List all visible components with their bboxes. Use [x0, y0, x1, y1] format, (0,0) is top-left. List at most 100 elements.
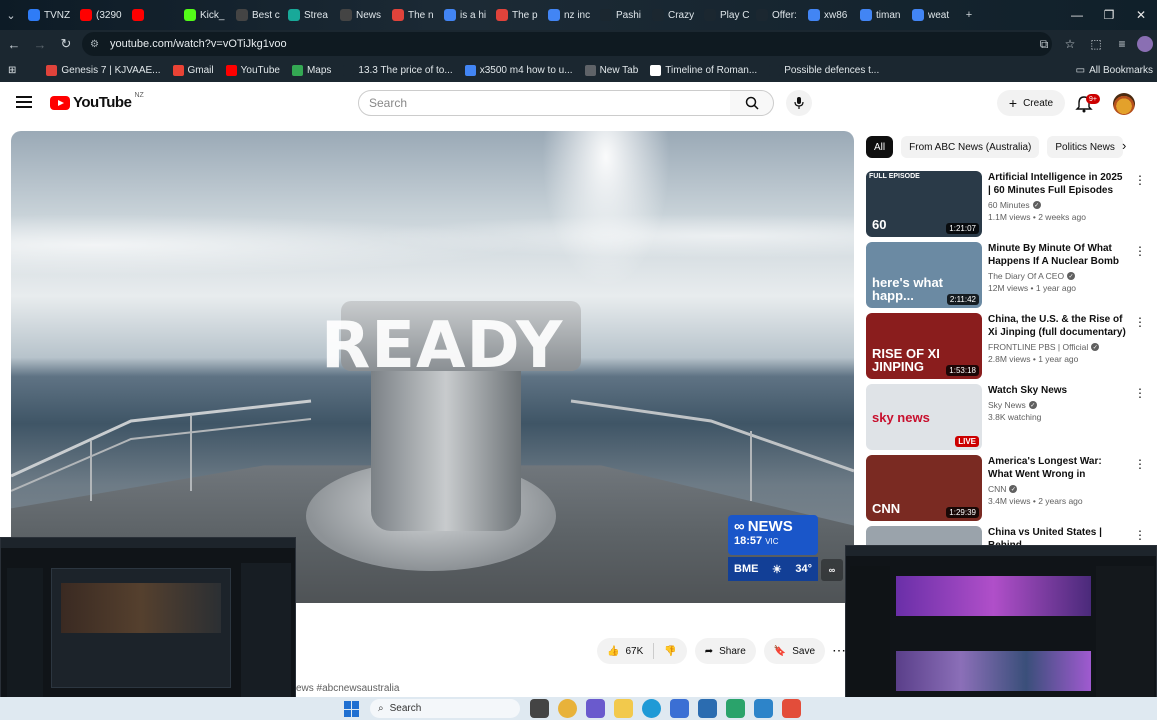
bookmark-item[interactable]: Timeline of Roman...	[644, 64, 763, 76]
browser-tab[interactable]: Best c	[230, 3, 282, 27]
bookmark-item[interactable]: Gmail	[167, 64, 220, 76]
voice-search-button[interactable]	[786, 90, 812, 116]
browser-tab[interactable]: nz inc	[542, 3, 594, 27]
task-view-icon[interactable]	[530, 699, 549, 718]
windows-start-icon[interactable]	[344, 701, 360, 717]
more-options-icon[interactable]: ⋮	[1134, 386, 1146, 400]
recommendation-item[interactable]: CNN 1:29:39 America's Longest War: What We…	[866, 455, 1146, 526]
minimize-icon[interactable]: —	[1061, 0, 1093, 30]
recommendation-title[interactable]: Minute By Minute Of What Happens If A Nu…	[988, 242, 1128, 268]
chrome-icon[interactable]	[558, 699, 577, 718]
thumbs-down-icon[interactable]: 👎	[664, 646, 676, 657]
app-icon[interactable]	[782, 699, 801, 718]
search-input[interactable]: Search	[358, 90, 731, 116]
save-button[interactable]: 🔖 Save	[763, 638, 826, 664]
menu-icon[interactable]	[16, 94, 32, 110]
bookmark-item[interactable]: Possible defences t...	[763, 64, 885, 76]
reload-icon[interactable]: ↻	[54, 32, 78, 56]
browser-tab[interactable]: timan	[854, 3, 906, 27]
browser-tab[interactable]: xw86	[802, 3, 854, 27]
browser-tab[interactable]: Offer:	[750, 3, 802, 27]
apps-icon[interactable]: ⊞	[0, 65, 22, 76]
browser-tab[interactable]: Crazy	[646, 3, 698, 27]
like-button[interactable]: 👍 67K 👎	[597, 638, 687, 664]
filter-chip[interactable]: From ABC News (Australia)	[901, 136, 1040, 158]
browser-tab[interactable]: TVNZ	[22, 3, 74, 27]
back-icon[interactable]: ←	[2, 32, 26, 56]
channel-name[interactable]: CNN	[988, 484, 1006, 494]
extensions-icon[interactable]: ⬚	[1085, 33, 1107, 55]
close-window-icon[interactable]: ✕	[1125, 0, 1157, 30]
forward-icon[interactable]: →	[28, 32, 52, 56]
video-thumbnail[interactable]: CNN 1:29:39	[866, 455, 982, 521]
video-thumbnail[interactable]: FULL EPISODE 60 1:21:07	[866, 171, 982, 237]
browser-tab[interactable]: Pashi	[594, 3, 646, 27]
bookmark-item[interactable]: 13.3 The price of to...	[337, 64, 458, 76]
bookmark-item[interactable]: Maps	[286, 64, 337, 76]
edge-icon[interactable]	[642, 699, 661, 718]
video-hashtags[interactable]: ews #abcnewsaustralia	[296, 683, 399, 694]
all-bookmarks[interactable]: ▭ All Bookmarks	[1076, 58, 1153, 82]
browser-tab[interactable]: (3290	[74, 3, 126, 27]
browser-tab[interactable]: The p	[490, 3, 542, 27]
video-thumbnail[interactable]: sky news LIVE	[866, 384, 982, 450]
filter-chip[interactable]: All	[866, 136, 894, 158]
channel-name[interactable]: 60 Minutes	[988, 200, 1030, 210]
recommendation-title[interactable]: Artificial Intelligence in 2025 | 60 Min…	[988, 171, 1128, 197]
sidebar-icon[interactable]: ≡	[1111, 33, 1133, 55]
more-options-icon[interactable]: ⋮	[1134, 315, 1146, 329]
filter-chip[interactable]: Politics News	[1047, 136, 1123, 158]
install-app-icon[interactable]: ⧉	[1033, 33, 1055, 55]
more-options-icon[interactable]: ⋮	[1134, 457, 1146, 471]
search-button[interactable]	[730, 90, 774, 116]
channel-name[interactable]: Sky News	[988, 400, 1026, 410]
channel-name[interactable]: FRONTLINE PBS | Official	[988, 342, 1088, 352]
app-icon[interactable]	[726, 699, 745, 718]
more-actions-icon[interactable]: ⋯	[832, 642, 846, 659]
bookmark-star-icon[interactable]: ☆	[1059, 33, 1081, 55]
more-options-icon[interactable]: ⋮	[1134, 528, 1146, 542]
browser-tab[interactable]: Kick_	[178, 3, 230, 27]
address-bar[interactable]: ⚙ youtube.com/watch?v=vOTiJkg1voo	[82, 32, 1052, 56]
recommendation-item[interactable]: RISE OF XI JINPING 1:53:18 China, the U.S.…	[866, 313, 1146, 384]
bookmark-item[interactable]: Genesis 7 | KJVAAE...	[40, 64, 166, 76]
video-player[interactable]: READY ∞ NEWS 18:57 VIC BME ☀ 34° ∞	[11, 131, 854, 603]
bookmark-item[interactable]: New Tab	[579, 64, 645, 76]
app-icon[interactable]	[698, 699, 717, 718]
app-icon[interactable]	[670, 699, 689, 718]
tab-search-icon[interactable]: ⌄	[0, 0, 22, 30]
youtube-logo[interactable]: YouTube NZ	[50, 92, 144, 111]
user-avatar[interactable]	[1113, 93, 1135, 115]
browser-tab[interactable]: The n	[386, 3, 438, 27]
video-thumbnail[interactable]: here's what happ... 2:11:42	[866, 242, 982, 308]
channel-name[interactable]: The Diary Of A CEO	[988, 271, 1064, 281]
recommendation-item[interactable]: sky news LIVE Watch Sky News Sky News ✓ 3.8K …	[866, 384, 1146, 455]
taskbar-search[interactable]: ⌕ Search	[370, 699, 520, 718]
create-button[interactable]: + Create	[997, 90, 1065, 116]
app-icon[interactable]	[754, 699, 773, 718]
recommendation-title[interactable]: America's Longest War: What Went Wrong i…	[988, 455, 1128, 481]
browser-tab[interactable]	[126, 3, 178, 27]
browser-tab[interactable]: News	[334, 3, 386, 27]
chevron-right-icon[interactable]: ›	[1122, 138, 1126, 153]
maximize-icon[interactable]: ❐	[1093, 0, 1125, 30]
recommendation-item[interactable]: here's what happ... 2:11:42 Minute By Minu…	[866, 242, 1146, 313]
bookmark-item[interactable]: x3500 m4 how to u...	[459, 64, 579, 76]
browser-tab[interactable]: Play C	[698, 3, 750, 27]
more-options-icon[interactable]: ⋮	[1134, 244, 1146, 258]
share-button[interactable]: ➦ Share	[694, 638, 756, 664]
more-options-icon[interactable]: ⋮	[1134, 173, 1146, 187]
browser-tab[interactable]: Strea	[282, 3, 334, 27]
recommendation-title[interactable]: Watch Sky News	[988, 384, 1128, 397]
profile-avatar[interactable]	[1137, 36, 1153, 52]
video-thumbnail[interactable]: RISE OF XI JINPING 1:53:18	[866, 313, 982, 379]
browser-tab[interactable]: weat	[906, 3, 958, 27]
recommendation-item[interactable]: FULL EPISODE 60 1:21:07 Artificial Intellig…	[866, 171, 1146, 242]
browser-tab[interactable]: is a hi	[438, 3, 490, 27]
site-info-icon[interactable]: ⚙	[90, 39, 104, 50]
file-explorer-icon[interactable]	[614, 699, 633, 718]
bookmark-item[interactable]: YouTube	[220, 64, 286, 76]
app-icon[interactable]	[586, 699, 605, 718]
recommendation-title[interactable]: China, the U.S. & the Rise of Xi Jinping…	[988, 313, 1128, 339]
new-tab-button[interactable]: +	[958, 0, 980, 30]
